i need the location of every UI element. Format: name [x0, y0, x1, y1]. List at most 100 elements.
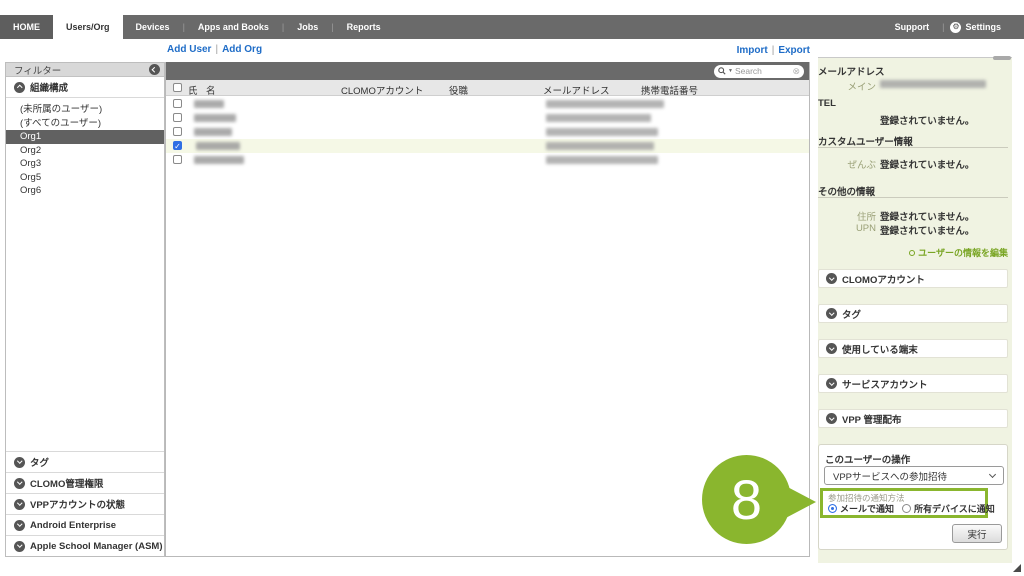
- redacted-email: [546, 142, 654, 150]
- org-item-org1-selected[interactable]: Org1: [6, 130, 164, 144]
- chevron-down-icon: [14, 541, 25, 552]
- chevron-down-icon: [989, 470, 996, 477]
- collapse-sidebar-icon[interactable]: [149, 64, 160, 75]
- redacted-name: [196, 142, 240, 150]
- scrollbar-thumb[interactable]: [993, 56, 1011, 60]
- filter-section-asm[interactable]: Apple School Manager (ASM): [6, 535, 164, 556]
- filter-section-vpp-account-status[interactable]: VPPアカウントの状態: [6, 493, 164, 514]
- filter-section-label: 組織構成: [30, 80, 68, 94]
- org-item-org3[interactable]: Org3: [6, 157, 164, 171]
- filter-section-clomo-permissions[interactable]: CLOMO管理権限: [6, 472, 164, 493]
- step-8-callout: 8: [702, 455, 791, 544]
- tab-jobs[interactable]: Jobs: [284, 15, 331, 39]
- col-last-name[interactable]: 氏: [188, 83, 198, 97]
- settings-link[interactable]: ⚙ Settings: [944, 15, 1014, 39]
- redacted-name: [194, 156, 244, 164]
- accordion-clomo-account[interactable]: CLOMOアカウント: [818, 269, 1008, 288]
- chevron-down-icon: [14, 478, 25, 489]
- accordion-tags[interactable]: タグ: [818, 304, 1008, 323]
- app-window: HOME Users/Org Devices | Apps and Books …: [0, 0, 1024, 576]
- radio-notify-by-mail[interactable]: メールで通知: [828, 502, 894, 515]
- radio-notify-owned-devices[interactable]: 所有デバイスに通知: [902, 502, 995, 515]
- chevron-down-icon: [14, 520, 25, 531]
- custom-all-label: ぜんぶ: [818, 157, 876, 171]
- other-info-heading: その他の情報: [818, 184, 875, 198]
- org-item-org5[interactable]: Org5: [6, 171, 164, 185]
- redacted-email-value: [880, 80, 986, 88]
- row-checkbox[interactable]: [173, 127, 182, 136]
- tel-not-registered: 登録されていません。: [880, 113, 974, 127]
- accordion-label: VPP 管理配布: [842, 412, 901, 426]
- row-checkbox[interactable]: [173, 99, 182, 108]
- col-email[interactable]: メールアドレス: [543, 83, 610, 97]
- table-row-selected[interactable]: ✓: [166, 139, 809, 153]
- edit-icon: [909, 250, 915, 256]
- chevron-down-icon: [826, 343, 837, 354]
- custom-not-registered: 登録されていません。: [880, 157, 974, 171]
- edit-user-info-link[interactable]: ユーザーの情報を編集: [909, 246, 1008, 259]
- table-row[interactable]: [166, 153, 809, 167]
- accordion-label: 使用している端末: [842, 342, 918, 356]
- address-label: 住所: [818, 209, 876, 223]
- redacted-name: [194, 128, 232, 136]
- col-clomo-account[interactable]: CLOMOアカウント: [341, 83, 423, 97]
- org-item-org6[interactable]: Org6: [6, 184, 164, 198]
- export-link[interactable]: Export: [778, 45, 810, 56]
- divider: [818, 147, 1008, 148]
- table-toolbar: ▼ Search ⊗: [166, 62, 809, 80]
- add-user-link[interactable]: Add User: [167, 44, 211, 55]
- row-checkbox-checked[interactable]: ✓: [173, 141, 182, 150]
- table-row[interactable]: [166, 97, 809, 111]
- col-mobile[interactable]: 携帯電話番号: [641, 83, 698, 97]
- org-item-unassigned[interactable]: (未所属のユーザー): [6, 103, 164, 117]
- accordion-devices-in-use[interactable]: 使用している端末: [818, 339, 1008, 358]
- filter-section-tags[interactable]: タグ: [6, 451, 164, 472]
- col-first-name[interactable]: 名: [206, 83, 216, 97]
- table-header-row: 氏 名 CLOMOアカウント 役職 メールアドレス 携帯電話番号: [166, 80, 809, 96]
- link-separator: |: [211, 44, 222, 55]
- search-input[interactable]: ▼ Search ⊗: [714, 65, 804, 78]
- user-actions-links: Add User|Add Org: [167, 44, 262, 55]
- tab-home[interactable]: HOME: [0, 15, 53, 39]
- filter-section-android-enterprise[interactable]: Android Enterprise: [6, 514, 164, 535]
- chevron-down-icon: [826, 378, 837, 389]
- search-clear-icon[interactable]: ⊗: [792, 67, 800, 76]
- add-org-link[interactable]: Add Org: [222, 44, 262, 55]
- select-all-checkbox[interactable]: [173, 83, 182, 92]
- chevron-down-icon: [14, 499, 25, 510]
- tab-users-org[interactable]: Users/Org: [53, 15, 123, 39]
- table-row[interactable]: [166, 125, 809, 139]
- accordion-label: サービスアカウント: [842, 377, 928, 391]
- table-row[interactable]: [166, 111, 809, 125]
- tab-devices[interactable]: Devices: [123, 15, 183, 39]
- tab-apps-and-books[interactable]: Apps and Books: [185, 15, 282, 39]
- search-icon: [718, 67, 726, 75]
- filter-section-organization[interactable]: 組織構成: [6, 77, 164, 98]
- org-item-all-users[interactable]: (すべてのユーザー): [6, 117, 164, 131]
- support-link[interactable]: Support: [882, 15, 943, 39]
- upn-not-registered: 登録されていません。: [880, 223, 974, 237]
- row-checkbox[interactable]: [173, 155, 182, 164]
- redacted-name: [194, 114, 236, 122]
- tab-reports[interactable]: Reports: [334, 15, 394, 39]
- search-scope-caret-icon[interactable]: ▼: [728, 68, 733, 74]
- edit-link-label: ユーザーの情報を編集: [918, 246, 1008, 259]
- custom-info-heading: カスタムユーザー情報: [818, 134, 913, 148]
- radio-mail-label: メールで通知: [840, 502, 894, 515]
- org-item-org2[interactable]: Org2: [6, 144, 164, 158]
- redacted-email: [546, 100, 664, 108]
- filter-section-label: Android Enterprise: [30, 520, 116, 531]
- redacted-name: [194, 100, 224, 108]
- filter-title: フィルター: [14, 63, 149, 77]
- import-link[interactable]: Import: [737, 45, 768, 56]
- filter-section-label: Apple School Manager (ASM): [30, 541, 162, 552]
- execute-button[interactable]: 実行: [952, 524, 1002, 543]
- accordion-vpp-managed-distribution[interactable]: VPP 管理配布: [818, 409, 1008, 428]
- resize-handle-icon[interactable]: [1013, 564, 1021, 572]
- col-title[interactable]: 役職: [449, 83, 468, 97]
- email-main-label: メイン: [818, 79, 876, 93]
- accordion-service-account[interactable]: サービスアカウント: [818, 374, 1008, 393]
- filter-section-label: CLOMO管理権限: [30, 476, 103, 490]
- operation-select[interactable]: VPPサービスへの参加招待: [824, 466, 1004, 485]
- row-checkbox[interactable]: [173, 113, 182, 122]
